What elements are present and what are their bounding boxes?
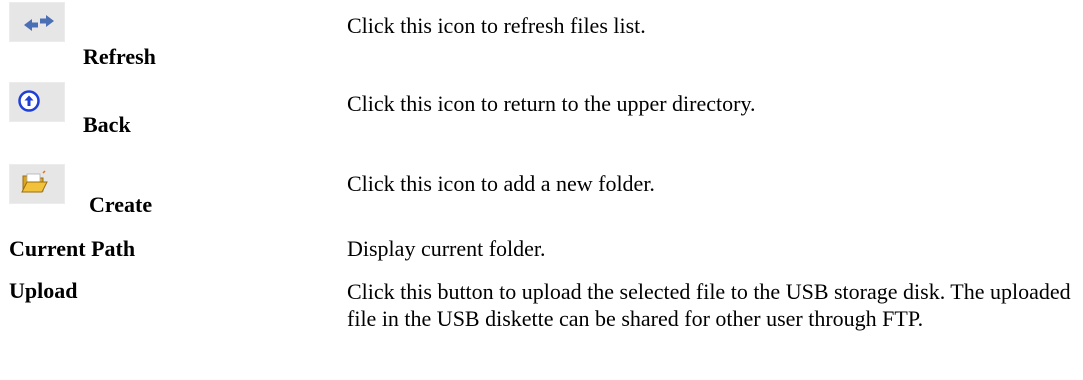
refresh-button[interactable] [9,2,65,42]
back-row: Back Click this icon to return to the up… [0,82,1083,164]
current-path-label: Current Path [9,236,136,261]
upload-label: Upload [9,278,78,303]
back-label: Back [83,112,131,137]
open-folder-icon [21,170,48,193]
current-path-description: Display current folder. [347,236,546,261]
refresh-label: Refresh [83,44,156,69]
refresh-row: Refresh Click this icon to refresh files… [0,0,1083,82]
back-button[interactable] [9,82,65,122]
create-row: Create Click this icon to add a new fold… [0,164,1083,224]
current-path-row: Current Path Display current folder. [0,236,1083,276]
up-arrow-circle-icon [18,90,40,112]
create-button[interactable] [9,164,65,204]
back-description: Click this icon to return to the upper d… [347,91,756,116]
refresh-description: Click this icon to refresh files list. [347,13,646,38]
upload-description: Click this button to upload the selected… [347,279,1071,331]
create-description: Click this icon to add a new folder. [347,171,655,196]
upload-row: Upload Click this button to upload the s… [0,278,1083,380]
refresh-arrows-icon [24,15,54,31]
create-label: Create [89,192,153,217]
